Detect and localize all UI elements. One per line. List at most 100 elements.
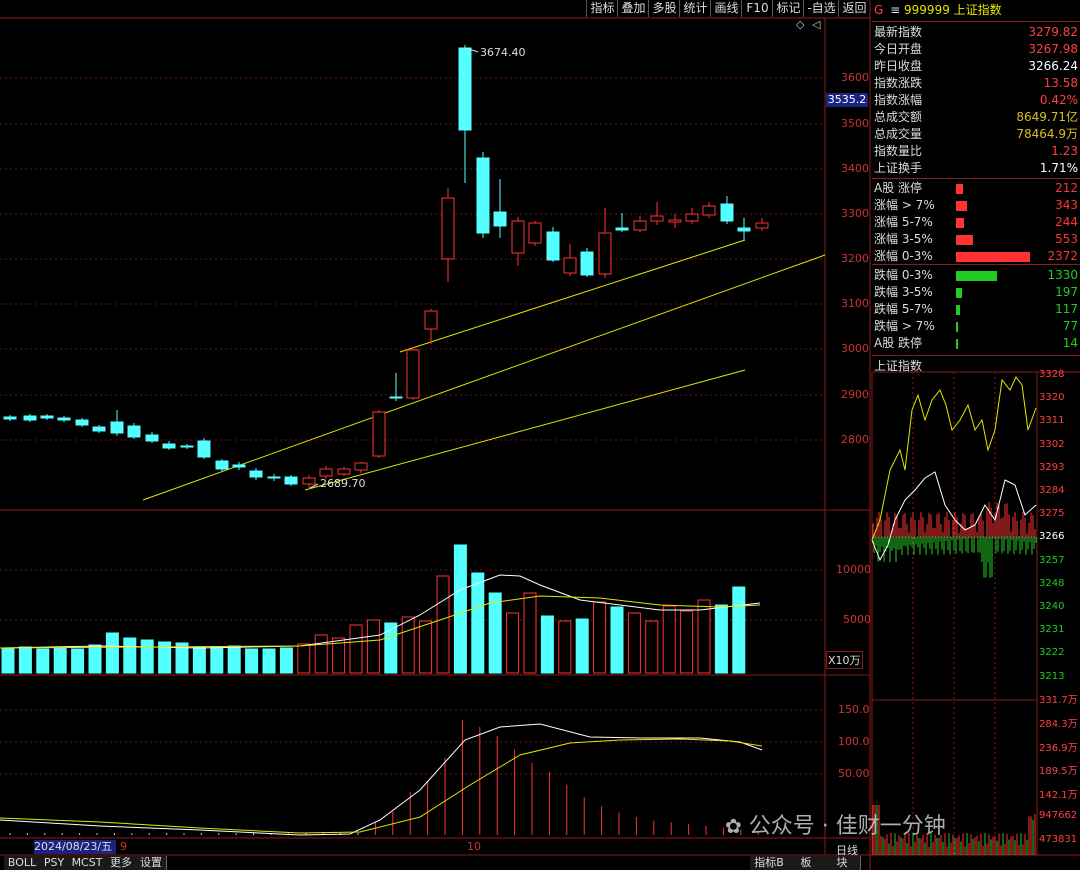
toolbar-mark-button[interactable]: 标记 xyxy=(772,0,804,17)
distribution-bar xyxy=(956,218,964,228)
extreme-markers xyxy=(309,47,479,489)
intraday-price-tick: 3302 xyxy=(1039,438,1065,450)
quote-row: 指数涨跌 13.58 xyxy=(874,75,1078,92)
distribution-bar xyxy=(956,271,997,281)
quote-label: 总成交量 xyxy=(874,127,923,141)
candle-body xyxy=(337,468,351,475)
date-tag: 2024/08/23/五 xyxy=(34,840,116,854)
toolbar-draw-button[interactable]: 画线 xyxy=(710,0,742,17)
small-triangle-icon[interactable]: ◁ xyxy=(812,18,820,31)
tab-psy[interactable]: PSY xyxy=(40,856,69,870)
candle-body xyxy=(162,443,176,449)
candle-body xyxy=(354,462,368,471)
distribution-value: 553 xyxy=(1055,232,1078,246)
distribution-value: 2372 xyxy=(1047,249,1078,263)
distribution-label: 跌幅 5-7% xyxy=(874,302,933,316)
quote-value: 0.42% xyxy=(1039,93,1078,107)
candle-body xyxy=(127,425,141,438)
month-label-oct: 10 xyxy=(467,840,481,853)
distribution-label: 涨幅 0-3% xyxy=(874,249,933,263)
distribution-row[interactable]: A股 跌停 14 xyxy=(874,335,1078,352)
candle-body xyxy=(650,215,664,222)
candle-body xyxy=(3,416,17,420)
distribution-label: 涨幅 5-7% xyxy=(874,215,933,229)
distribution-row[interactable]: 跌幅 5-7% 117 xyxy=(874,301,1078,318)
volume-bar xyxy=(506,612,520,674)
tab-board[interactable]: 板 xyxy=(788,856,825,870)
toolbar-overlay-button[interactable]: 叠加 xyxy=(617,0,649,17)
intraday-volume-tick: 236.9万 xyxy=(1039,742,1078,754)
quote-value: 1.23 xyxy=(1051,144,1078,158)
distribution-row[interactable]: 涨幅 3-5% 553 xyxy=(874,231,1078,248)
distribution-bar xyxy=(956,339,958,349)
quote-label: 昨日收盘 xyxy=(874,59,923,73)
volume-bar xyxy=(71,648,85,674)
distribution-row[interactable]: 跌幅 > 7% 77 xyxy=(874,318,1078,335)
quote-value: 13.58 xyxy=(1043,76,1078,90)
candle-body xyxy=(546,231,560,261)
intraday-volume-tick: 947662 xyxy=(1039,810,1078,821)
distribution-value: 1330 xyxy=(1047,268,1078,282)
distribution-row[interactable]: 涨幅 > 7% 343 xyxy=(874,197,1078,214)
current-price-tag: 3535.2 xyxy=(826,93,868,107)
distribution-label: 涨幅 3-5% xyxy=(874,232,933,246)
volume-bar xyxy=(210,646,224,674)
distribution-bar xyxy=(956,252,1030,262)
volume-bar xyxy=(471,572,485,674)
indicator-line-1 xyxy=(0,723,763,836)
volume-bar xyxy=(262,648,276,674)
distribution-row[interactable]: 涨幅 0-3% 2372 xyxy=(874,248,1078,265)
volume-bar xyxy=(314,634,328,674)
candle-body xyxy=(633,220,647,231)
tab-settings[interactable]: 设置 xyxy=(136,856,167,870)
tab-indicator-b[interactable]: 指标B xyxy=(750,856,789,870)
quote-value: 3279.82 xyxy=(1028,25,1078,39)
quote-label: 上证换手 xyxy=(874,161,923,175)
distribution-row[interactable]: A股 涨停 212 xyxy=(874,180,1078,197)
candle-body xyxy=(75,419,89,426)
quote-row: 总成交额 8649.71亿 xyxy=(874,109,1078,126)
toolbar-indicator-button[interactable]: 指标 xyxy=(586,0,618,17)
toolbar-back-button[interactable]: 返回 xyxy=(838,0,870,17)
volume-bar xyxy=(453,544,467,674)
distribution-label: A股 涨停 xyxy=(874,181,923,195)
intraday-volume-tick: 284.3万 xyxy=(1039,718,1078,730)
distribution-row[interactable]: 跌幅 3-5% 197 xyxy=(874,284,1078,301)
index-name: 上证指数 xyxy=(953,3,1002,17)
distribution-row[interactable]: 涨幅 5-7% 244 xyxy=(874,214,1078,231)
tab-block[interactable]: 块 xyxy=(824,856,861,870)
intraday-volume-tick: 142.1万 xyxy=(1039,790,1078,802)
indicator-tick: 150.0 xyxy=(838,703,870,716)
toolbar-multi-stock-button[interactable]: 多股 xyxy=(648,0,680,17)
tab-boll[interactable]: BOLL xyxy=(4,856,41,870)
price-tick: 2900 xyxy=(841,388,869,401)
distribution-bar xyxy=(956,288,962,298)
tab-more[interactable]: 更多 xyxy=(106,856,137,870)
toolbar-f10-button[interactable]: F10 xyxy=(741,0,773,17)
volume-bar xyxy=(662,605,676,674)
candle-body xyxy=(685,213,699,222)
menu-icon[interactable]: ≡ xyxy=(890,3,900,17)
diamond-icon[interactable]: ◇ xyxy=(796,18,804,31)
volume-bar xyxy=(593,601,607,674)
quote-value: 3267.98 xyxy=(1028,42,1078,56)
distribution-row[interactable]: 跌幅 0-3% 1330 xyxy=(874,267,1078,284)
index-header[interactable]: G ≡ 999999 上证指数 xyxy=(874,2,1002,18)
candle-body xyxy=(302,477,316,485)
candle-body xyxy=(267,476,281,479)
toolbar-stats-button[interactable]: 统计 xyxy=(679,0,711,17)
price-tick: 2800 xyxy=(841,433,869,446)
volume-bar xyxy=(558,620,572,674)
tab-mcst[interactable]: MCST xyxy=(68,856,107,870)
volume-bar xyxy=(523,592,537,674)
quote-row: 最新指数 3279.82 xyxy=(874,24,1078,41)
volume-bar xyxy=(645,620,659,674)
volume-bar xyxy=(192,646,206,674)
volume-bar xyxy=(53,647,67,674)
quote-value: 3266.24 xyxy=(1028,59,1078,73)
toolbar-remove-watchlist-button[interactable]: -自选 xyxy=(803,0,839,17)
quote-row: 指数涨幅 0.42% xyxy=(874,92,1078,109)
intraday-title: 上证指数 xyxy=(874,359,923,373)
trend-lines[interactable] xyxy=(142,239,826,501)
candle-body xyxy=(441,197,455,260)
